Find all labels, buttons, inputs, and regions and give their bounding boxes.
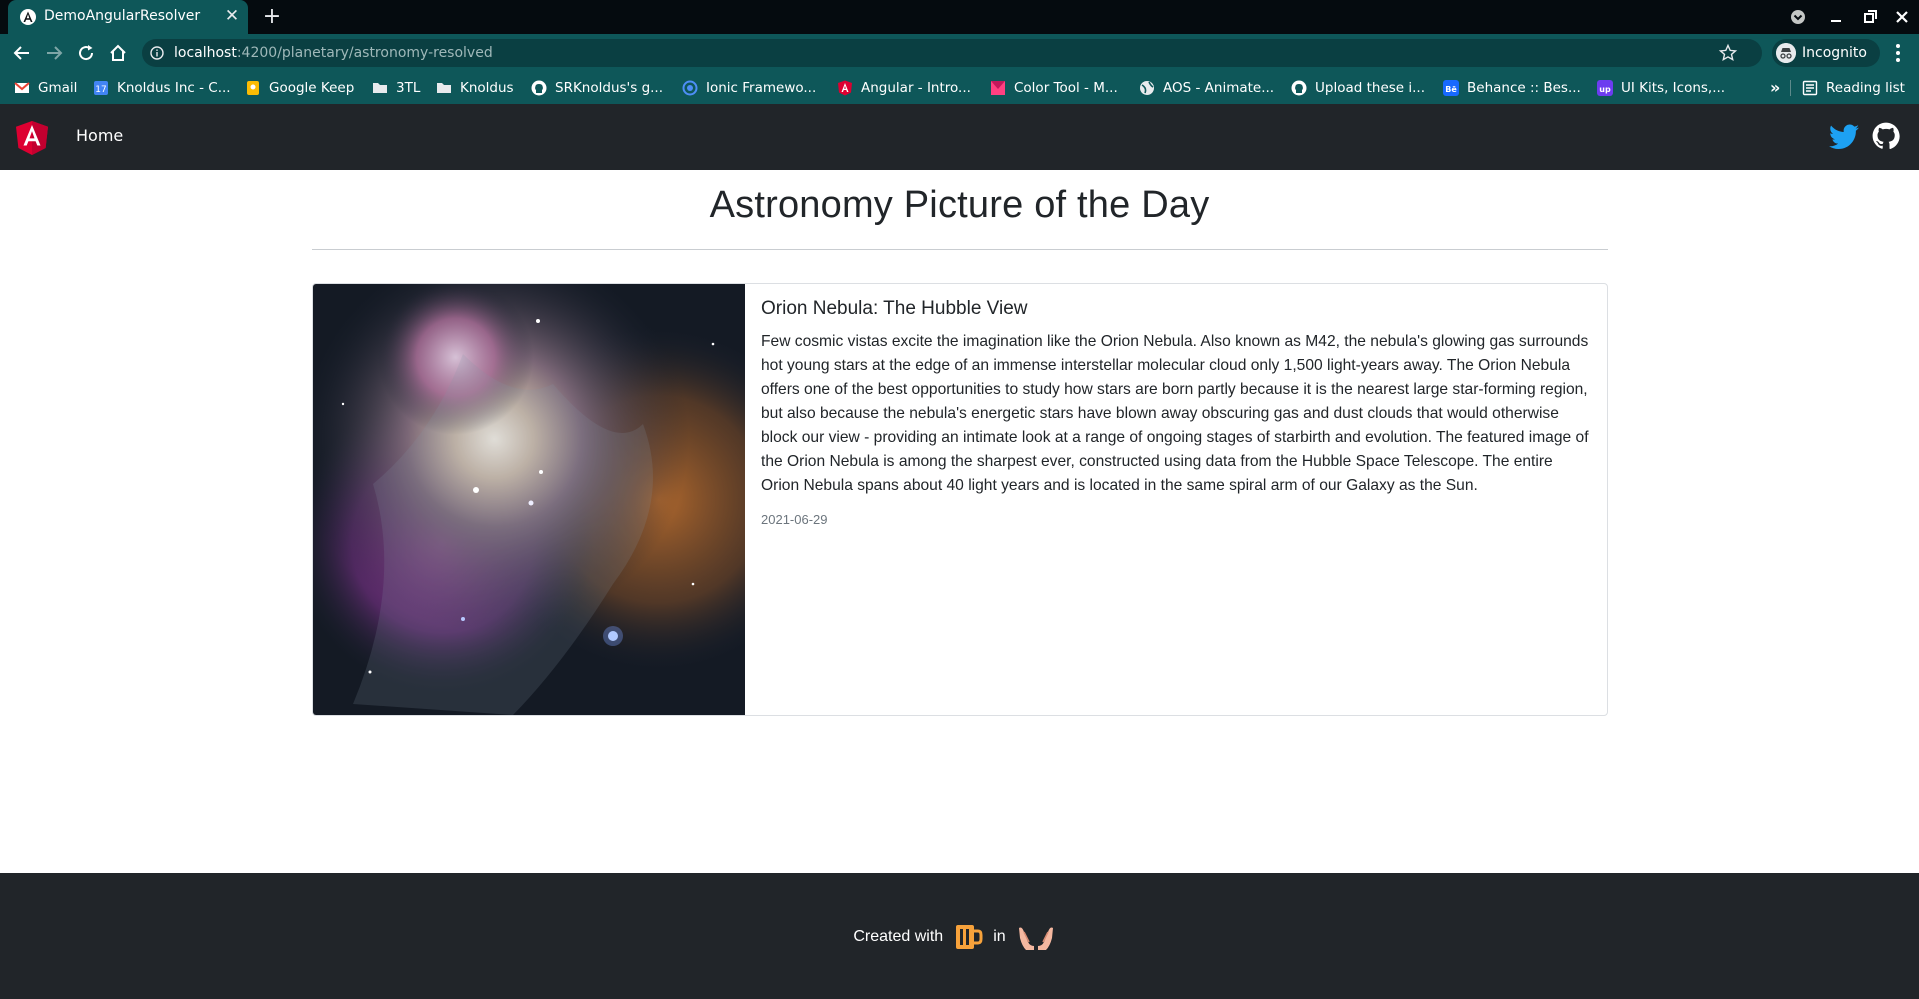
reload-icon[interactable] [76, 43, 96, 63]
bookmark-color-tool[interactable]: Color Tool - M... [990, 72, 1118, 104]
new-tab-icon[interactable]: + [260, 5, 284, 29]
behance-icon: Bē [1443, 80, 1459, 96]
footer-created-with: Created with [853, 928, 944, 945]
bookmark-gmail[interactable]: Gmail [14, 72, 77, 104]
apod-explanation: Few cosmic vistas excite the imagination… [761, 333, 1589, 494]
svg-text:up: up [1599, 85, 1611, 94]
bookmark-label: Upload these i... [1315, 80, 1426, 96]
gmail-icon [14, 82, 30, 93]
nav-home-link[interactable]: Home [76, 126, 123, 145]
footer-credit: Created with in [0, 921, 1919, 953]
browser-tab-strip: DemoAngularResolver ✕ + [0, 0, 1919, 34]
home-icon[interactable] [108, 43, 128, 63]
reading-list-icon [1802, 80, 1818, 96]
material-icon [991, 81, 1005, 95]
bookmark-aos[interactable]: AOS - Animate... [1139, 72, 1274, 104]
browser-tab[interactable]: DemoAngularResolver ✕ [8, 0, 248, 34]
incognito-profile-button[interactable]: Incognito [1772, 39, 1880, 67]
close-tab-icon[interactable]: ✕ [222, 6, 242, 26]
tab-title: DemoAngularResolver [44, 8, 201, 24]
bookmark-knoldus-calendar[interactable]: 17 Knoldus Inc - C... [93, 72, 231, 104]
apod-card-body: Orion Nebula: The Hubble View Few cosmic… [761, 298, 1593, 527]
folder-icon [437, 83, 451, 93]
bookmark-label: UI Kits, Icons,... [1621, 80, 1726, 96]
reading-list-label: Reading list [1826, 80, 1905, 96]
svg-text:Bē: Bē [1445, 85, 1457, 94]
bookmark-ui-kits[interactable]: up UI Kits, Icons,... [1597, 72, 1725, 104]
github-icon [531, 80, 547, 96]
bookmark-label: Ionic Framewo... [706, 80, 817, 96]
github-icon [1291, 80, 1307, 96]
bookmark-star-icon[interactable] [1718, 43, 1738, 63]
angular-icon [838, 80, 852, 96]
url-path: :4200/planetary/astronomy-resolved [236, 45, 493, 61]
site-info-icon[interactable] [150, 46, 164, 60]
browser-menu-icon[interactable] [1888, 42, 1908, 64]
restore-icon[interactable] [1860, 7, 1880, 27]
bookmark-behance[interactable]: Bē Behance :: Bes... [1443, 72, 1581, 104]
apod-image [313, 284, 745, 715]
minimize-icon[interactable] [1826, 7, 1846, 27]
incognito-icon [1776, 43, 1796, 63]
bookmark-upload-github[interactable]: Upload these i... [1291, 72, 1425, 104]
keep-icon [247, 81, 259, 95]
page-title: Astronomy Picture of the Day [709, 184, 1210, 226]
apod-card: Orion Nebula: The Hubble View Few cosmic… [312, 283, 1608, 716]
bookmark-label: 3TL [396, 80, 421, 96]
close-window-icon[interactable] [1892, 7, 1912, 27]
angular-logo-icon[interactable] [16, 121, 48, 155]
bookmarks-divider [1790, 80, 1791, 96]
footer: Created with in [0, 873, 1919, 999]
angular-favicon-icon [20, 9, 36, 25]
incognito-label: Incognito [1802, 45, 1867, 61]
bookmark-google-keep[interactable]: Google Keep [245, 72, 354, 104]
apod-title: Orion Nebula: The Hubble View [761, 298, 1028, 319]
globe-icon [1140, 81, 1154, 95]
bookmark-label: SRKnoldus's g... [555, 80, 664, 96]
hands-icon [1018, 927, 1053, 950]
app-navbar: Home [0, 104, 1919, 170]
bookmark-label: Google Keep [269, 80, 355, 96]
bookmark-angular-intro[interactable]: Angular - Intro... [837, 72, 971, 104]
bookmark-srknoldus-github[interactable]: SRKnoldus's g... [531, 72, 663, 104]
more-bookmarks-button[interactable]: » [1770, 78, 1780, 97]
bookmark-ionic[interactable]: Ionic Framewo... [682, 72, 816, 104]
bookmark-label: Knoldus [460, 80, 514, 96]
calendar-icon: 17 [94, 81, 108, 95]
reading-list-button[interactable]: Reading list [1802, 72, 1905, 104]
forward-arrow-icon[interactable] [44, 43, 64, 63]
bookmark-label: Knoldus Inc - C... [117, 80, 231, 96]
footer-in: in [993, 928, 1006, 945]
address-bar[interactable]: localhost:4200/planetary/astronomy-resol… [142, 39, 1762, 67]
bookmark-label: Behance :: Bes... [1467, 80, 1581, 96]
bookmark-label: Color Tool - M... [1014, 80, 1118, 96]
github-icon[interactable] [1872, 122, 1900, 150]
tab-search-icon[interactable] [1788, 7, 1808, 27]
bookmark-label: Angular - Intro... [861, 80, 971, 96]
back-arrow-icon[interactable] [12, 43, 32, 63]
browser-toolbar: localhost:4200/planetary/astronomy-resol… [0, 34, 1919, 72]
svg-text:17: 17 [95, 85, 106, 95]
twitter-icon[interactable] [1829, 123, 1859, 151]
coffee-mug-icon [956, 925, 983, 949]
bookmark-folder-3tl[interactable]: 3TL [372, 72, 420, 104]
ionic-icon [682, 80, 698, 96]
uplabs-icon: up [1597, 80, 1613, 96]
url-host: localhost [174, 45, 237, 61]
folder-icon [373, 83, 387, 93]
apod-date: 2021-06-29 [761, 512, 828, 527]
bookmark-folder-knoldus[interactable]: Knoldus [436, 72, 514, 104]
title-divider [312, 249, 1608, 250]
bookmark-label: Gmail [38, 80, 78, 96]
bookmark-label: AOS - Animate... [1163, 80, 1275, 96]
bookmarks-bar: Gmail 17 Knoldus Inc - C... Google Keep … [0, 72, 1919, 104]
url-text[interactable]: localhost:4200/planetary/astronomy-resol… [174, 45, 493, 61]
